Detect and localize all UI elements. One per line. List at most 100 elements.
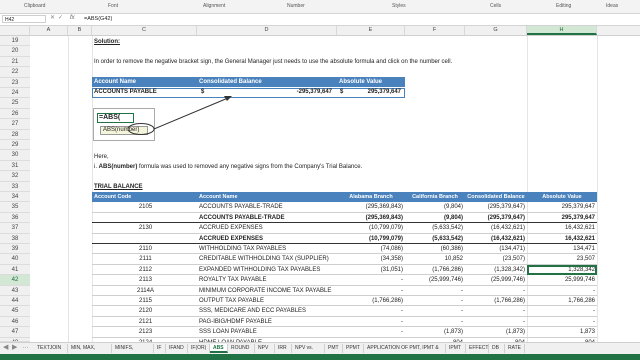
tb-cell-al[interactable]: - (337, 317, 405, 327)
scroll-left-icon[interactable]: ◀ (3, 343, 8, 351)
tb-cell-cons[interactable]: (1,328,342) (465, 265, 527, 275)
tb-cell-abs[interactable]: - (527, 317, 597, 327)
tb-cell-al[interactable]: (34,358) (337, 254, 405, 264)
sheet-tab[interactable]: NPV vs. IRR (292, 344, 325, 360)
tb-cell-al[interactable]: (31,051) (337, 265, 405, 275)
tb-cell-ca[interactable]: (5,633,542) (405, 234, 465, 244)
tb-cell-ca[interactable]: 10,852 (405, 254, 465, 264)
tb-cell-ca[interactable]: (9,804) (405, 213, 465, 223)
tb-cell-code[interactable]: 2130 (92, 223, 197, 233)
sheet-tab[interactable]: IF(OR) (188, 344, 210, 353)
trial-balance-title: TRIAL BALANCE (94, 184, 143, 190)
tb-cell-ca[interactable]: (1,766,286) (405, 265, 465, 275)
tb-cell-name[interactable]: ROYALTY TAX PAYABLE (197, 275, 337, 285)
tb-cell-ca[interactable]: - (405, 317, 465, 327)
tb-cell-abs[interactable]: 16,432,621 (527, 223, 597, 233)
tb-cell-abs[interactable]: 25,999,746 (527, 275, 597, 285)
sheet-tab[interactable]: ABS (210, 344, 228, 353)
sheet-tab[interactable]: EFFECT (466, 344, 489, 353)
tb-cell-al[interactable]: (295,369,843) (337, 213, 405, 223)
tb-cell-code[interactable]: 2105 (92, 202, 197, 212)
tb-cell-al[interactable]: - (337, 275, 405, 285)
sheet-tab[interactable]: MINIFS, MAXIFS (112, 344, 154, 360)
tb-cell-al[interactable]: - (337, 306, 405, 316)
tb-cell-abs[interactable]: 295,379,647 (527, 202, 597, 212)
sheet-tab[interactable]: PMT (325, 344, 343, 353)
tb-cell-abs[interactable]: 134,471 (527, 244, 597, 254)
sheet-tab[interactable]: IRR (275, 344, 292, 353)
tb-cell-ca[interactable]: (25,999,746) (405, 275, 465, 285)
sheet-tab[interactable]: MIN, MAX, MEDIAN (68, 344, 112, 360)
tb-cell-ca[interactable]: (9,804) (405, 202, 465, 212)
tb-cell-code[interactable]: 2110 (92, 244, 197, 254)
tb-cell-cons[interactable]: (295,379,647) (465, 213, 527, 223)
tb-cell-al[interactable]: - (337, 286, 405, 296)
tb-cell-cons[interactable]: (295,379,647) (465, 202, 527, 212)
tb-cell-code[interactable]: 2111 (92, 254, 197, 264)
tb-cell-code[interactable]: 2123 (92, 327, 197, 337)
tb-cell-name[interactable]: ACCOUNTS PAYABLE-TRADE (197, 202, 337, 212)
tb-cell-abs[interactable]: 295,379,647 (527, 213, 597, 223)
tb-cell-cons[interactable]: - (465, 286, 527, 296)
tb-cell-code[interactable]: 2120 (92, 306, 197, 316)
tb-cell-cons[interactable]: - (465, 306, 527, 316)
tb-cell-name[interactable]: ACCRUED EXPENSES (197, 223, 337, 233)
tb-cell-cons[interactable]: (16,432,621) (465, 234, 527, 244)
more-sheets-icon[interactable]: … (22, 343, 29, 350)
tb-cell-cons[interactable]: (1,766,286) (465, 296, 527, 306)
tb-cell-al[interactable]: (10,799,079) (337, 223, 405, 233)
sheet-tab[interactable]: NPV (255, 344, 275, 353)
tb-cell-code[interactable]: 2112 (92, 265, 197, 275)
sheet-tab[interactable]: IFAND (166, 344, 188, 353)
tb-cell-abs[interactable]: 16,432,621 (527, 234, 597, 244)
tb-cell-name[interactable]: ACCOUNTS PAYABLE-TRADE (197, 213, 337, 223)
tb-cell-ca[interactable]: (60,386) (405, 244, 465, 254)
tb-cell-al[interactable]: (10,799,079) (337, 234, 405, 244)
tb-cell-ca[interactable]: - (405, 286, 465, 296)
explanation-function: ABS(number) (98, 164, 138, 170)
tb-cell-al[interactable]: (295,369,843) (337, 202, 405, 212)
sheet-tab[interactable]: TEXTJOIN (34, 344, 68, 353)
tb-cell-cons[interactable]: (25,999,746) (465, 275, 527, 285)
tb-cell-cons[interactable]: - (465, 317, 527, 327)
scroll-right-icon[interactable]: ▶ (12, 343, 17, 351)
sheet-tab[interactable]: PPMT (343, 344, 364, 353)
tb-cell-name[interactable]: OUTPUT TAX PAYABLE (197, 296, 337, 306)
tb-cell-name[interactable]: ACCRUED EXPENSES (197, 234, 337, 244)
tb-cell-abs[interactable]: - (527, 306, 597, 316)
tb-cell-abs[interactable]: 1,328,342 (527, 265, 597, 275)
sheet-tab[interactable]: ROUND (228, 344, 255, 353)
tb-cell-cons[interactable]: (134,471) (465, 244, 527, 254)
tb-cell-al[interactable]: (1,766,286) (337, 296, 405, 306)
sheet-tab[interactable]: IPMT (446, 344, 466, 353)
tb-cell-code[interactable]: 2115 (92, 296, 197, 306)
tb-cell-al[interactable]: - (337, 327, 405, 337)
tb-cell-ca[interactable]: (1,873) (405, 327, 465, 337)
tb-cell-code[interactable]: 2114A (92, 286, 197, 296)
tb-cell-ca[interactable]: (5,633,542) (405, 223, 465, 233)
tb-cell-name[interactable]: PAG-IBIG/HDMF PAYABLE (197, 317, 337, 327)
tb-cell-name[interactable]: SSS, MEDICARE AND ECC PAYABLES (197, 306, 337, 316)
tb-cell-name[interactable]: SSS LOAN PAYABLE (197, 327, 337, 337)
tb-cell-abs[interactable]: 1,766,286 (527, 296, 597, 306)
tb-cell-name[interactable]: CREDITABLE WITHHOLDING TAX (SUPPLIER) (197, 254, 337, 264)
tb-cell-code[interactable]: 2113 (92, 275, 197, 285)
tb-cell-name[interactable]: EXPANDED WITHHOLDING TAX PAYABLES (197, 265, 337, 275)
tb-cell-cons[interactable]: (23,507) (465, 254, 527, 264)
tb-cell-cons[interactable]: (1,873) (465, 327, 527, 337)
sheet-tab[interactable]: DB (489, 344, 505, 353)
sheet-tab[interactable]: APPLICATION OF PMT, IPMT & PPMT (364, 344, 446, 360)
tb-cell-code[interactable]: 2121 (92, 317, 197, 327)
tb-cell-abs[interactable]: 1,873 (527, 327, 597, 337)
tb-cell-abs[interactable]: 23,507 (527, 254, 597, 264)
tb-cell-name[interactable]: WITHHOLDING TAX PAYABLES (197, 244, 337, 254)
tb-cell-name[interactable]: MINIMUM CORPORATE INCOME TAX PAYABLE (197, 286, 337, 296)
sheet-tab[interactable]: IF (154, 344, 166, 353)
sheet-tab[interactable]: RATE (505, 344, 525, 353)
tb-cell-al[interactable]: (74,086) (337, 244, 405, 254)
here-label: Here, (94, 154, 109, 160)
tb-cell-cons[interactable]: (16,432,621) (465, 223, 527, 233)
tb-cell-abs[interactable]: - (527, 286, 597, 296)
tb-cell-ca[interactable]: - (405, 296, 465, 306)
tb-cell-ca[interactable]: - (405, 306, 465, 316)
